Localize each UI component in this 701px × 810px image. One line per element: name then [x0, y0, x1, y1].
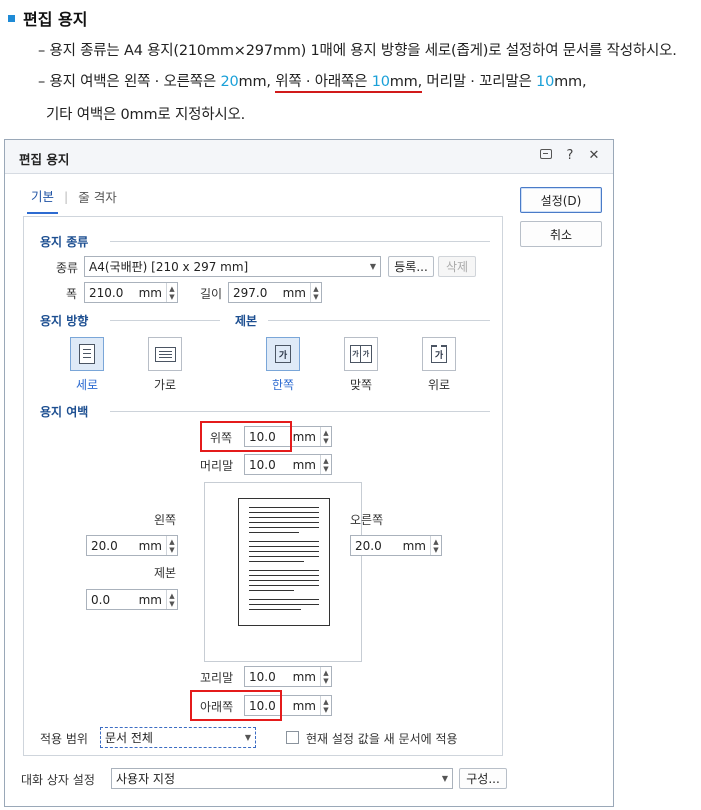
scope-label: 적용 범위: [40, 732, 88, 746]
instruction-line-2: – 용지 여백은 왼쪽 · 오른쪽은 20mm, 위쪽 · 아래쪽은 10mm,…: [38, 70, 587, 93]
ok-button[interactable]: 설정(D): [520, 187, 602, 213]
apply-new-label: 현재 설정 값을 새 문서에 적용: [306, 732, 458, 746]
instruction-line-3: 기타 여백은 0mm로 지정하시오.: [46, 107, 246, 123]
chevron-down-icon: ▼: [244, 733, 252, 742]
section-divider: [110, 320, 220, 321]
section-divider: [110, 411, 490, 412]
binding-section-label: 제본: [235, 314, 258, 328]
spinner-icon[interactable]: ▲ ▼: [430, 536, 441, 555]
compose-button[interactable]: 구성...: [459, 768, 507, 789]
landscape-page-icon: [154, 346, 176, 362]
right-margin-field[interactable]: 20.0 mm ▲ ▼: [350, 535, 442, 556]
square-bullet-icon: [8, 14, 15, 22]
spinner-icon[interactable]: ▲ ▼: [320, 667, 331, 686]
chat-icon[interactable]: [539, 148, 553, 164]
scope-select[interactable]: 문서 전체 ▼: [100, 727, 256, 748]
right-margin-label: 오른쪽: [350, 513, 384, 527]
apply-new-checkbox[interactable]: [286, 731, 299, 744]
help-icon[interactable]: ?: [563, 148, 577, 164]
binding-top-button[interactable]: 가: [422, 337, 456, 371]
header-margin-label: 머리말: [200, 459, 234, 473]
paper-width-field[interactable]: 210.0 mm ▲ ▼: [84, 282, 178, 303]
page-setup-dialog: 편집 용지 ? ✕ 기본 | 줄 격자 설정(D) 취소 용지 종류 종류 A4…: [4, 139, 614, 807]
tab-line-grid[interactable]: 줄 격자: [74, 187, 120, 213]
footer-margin-label: 꼬리말: [200, 671, 234, 685]
left-margin-label: 왼쪽: [154, 513, 177, 527]
delete-button[interactable]: 삭제: [438, 256, 476, 277]
tab-basic[interactable]: 기본: [27, 186, 59, 214]
spinner-icon[interactable]: ▲ ▼: [166, 590, 177, 609]
cancel-button[interactable]: 취소: [520, 221, 602, 247]
length-label: 길이: [200, 287, 223, 301]
width-label: 폭: [66, 287, 78, 301]
paper-type-section-label: 용지 종류: [40, 235, 89, 249]
portrait-page-icon: [79, 344, 95, 364]
binding-single-label: 한쪽: [271, 378, 295, 392]
spinner-icon[interactable]: ▲ ▼: [166, 283, 177, 302]
dialog-titlebar: 편집 용지 ? ✕: [5, 140, 613, 174]
section-divider: [268, 320, 490, 321]
close-icon[interactable]: ✕: [587, 148, 601, 164]
chevron-down-icon: ▼: [369, 262, 377, 271]
dialog-tabs: 기본 | 줄 격자: [27, 186, 121, 214]
spinner-icon[interactable]: ▲ ▼: [320, 427, 331, 446]
top-binding-page-icon: 가: [431, 345, 447, 363]
margins-section-label: 용지 여백: [40, 405, 89, 419]
facing-pages-icon: 가 가: [350, 345, 372, 363]
binding-top-label: 위로: [427, 378, 451, 392]
instruction-heading: 편집 용지: [8, 6, 87, 30]
landscape-label: 가로: [153, 378, 177, 392]
portrait-label: 세로: [75, 378, 99, 392]
binding-facing-label: 맞쪽: [349, 378, 373, 392]
spinner-icon[interactable]: ▲ ▼: [310, 283, 321, 302]
highlight-box-top: [200, 421, 292, 452]
footer-margin-field[interactable]: 10.0 mm ▲ ▼: [244, 666, 332, 687]
dialog-title: 편집 용지: [19, 152, 70, 167]
instruction-title: 편집 용지: [23, 10, 88, 29]
basic-tab-panel: 용지 종류 종류 A4(국배판) [210 x 297 mm] ▼ 등록... 삭…: [23, 216, 503, 756]
spinner-icon[interactable]: ▲ ▼: [320, 455, 331, 474]
dialog-setting-select[interactable]: 사용자 지정 ▼: [111, 768, 453, 789]
binding-margin-field[interactable]: 0.0 mm ▲ ▼: [86, 589, 178, 610]
left-margin-field[interactable]: 20.0 mm ▲ ▼: [86, 535, 178, 556]
margin-preview: [204, 482, 362, 662]
landscape-button[interactable]: [148, 337, 182, 371]
paper-type-select[interactable]: A4(국배판) [210 x 297 mm] ▼: [84, 256, 381, 277]
paper-type-label: 종류: [56, 261, 79, 275]
spinner-icon[interactable]: ▲ ▼: [320, 696, 331, 715]
single-side-page-icon: 가: [275, 345, 291, 363]
preview-page-icon: [238, 498, 330, 626]
dialog-setting-label: 대화 상자 설정: [21, 773, 95, 787]
binding-single-button[interactable]: 가: [266, 337, 300, 371]
orientation-section-label: 용지 방향: [40, 314, 89, 328]
section-divider: [110, 241, 490, 242]
portrait-button[interactable]: [70, 337, 104, 371]
underlined-top-bottom-phrase: 위쪽 · 아래쪽은 10mm,: [275, 74, 422, 93]
binding-facing-button[interactable]: 가 가: [344, 337, 378, 371]
spinner-icon[interactable]: ▲ ▼: [166, 536, 177, 555]
header-margin-field[interactable]: 10.0 mm ▲ ▼: [244, 454, 332, 475]
paper-length-field[interactable]: 297.0 mm ▲ ▼: [228, 282, 322, 303]
chevron-down-icon: ▼: [441, 774, 449, 783]
instruction-line-1: – 용지 종류는 A4 용지(210mm×297mm) 1매에 용지 방향을 세…: [38, 43, 677, 59]
tab-separator: |: [64, 189, 69, 204]
highlight-box-bottom: [190, 690, 282, 721]
register-button[interactable]: 등록...: [388, 256, 434, 277]
binding-margin-label: 제본: [154, 566, 177, 580]
